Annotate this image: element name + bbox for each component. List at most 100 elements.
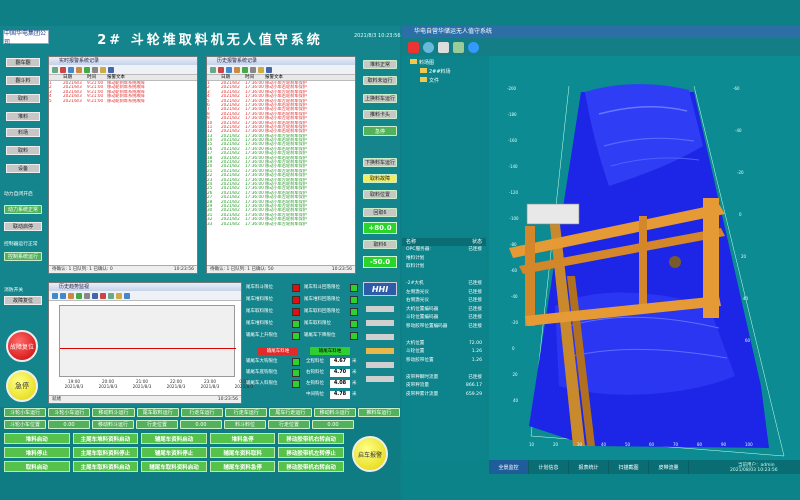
stockyard-3d-view[interactable]: -200 -180 -160 -140 -120 -100 -80 -60 -40 -20 0 20 4… [489,56,800,460]
tool-icon[interactable] [218,66,224,73]
trend-plot-area[interactable] [59,305,236,377]
reclaim-pos-button[interactable]: 取料位置 [363,190,397,199]
control-button[interactable]: 斗轮小车运行 [4,408,47,417]
tool-icon[interactable] [250,66,256,73]
tool-icon[interactable] [116,292,122,299]
reclaim-stop-button[interactable]: 取料未运行 [363,76,397,85]
tool-icon[interactable] [68,292,74,299]
tab-4[interactable]: 皮带流量 [649,460,689,474]
control-button[interactable]: 移动料斗运行 [92,420,134,429]
control-button[interactable]: 移动胶带机右转启动 [278,433,344,444]
tool-icon[interactable] [76,66,82,73]
estop-indicator[interactable]: 急停 [363,126,397,136]
tool-icon[interactable] [92,292,98,299]
screen-icon[interactable] [453,41,464,53]
control-button[interactable]: 辅尾车取料资料启动 [141,461,207,472]
tool-icon[interactable] [84,66,90,73]
status-btn-3[interactable]: 联动启停 [4,222,42,231]
control-button[interactable]: 行走位置 [136,420,178,429]
tree-root[interactable]: 料场图 [402,56,492,66]
control-button[interactable]: 辅尾车资料停止 [141,447,207,458]
table-row[interactable]: 5 2021/8/3 9:21:00 移动轮刹车系统故障 [49,99,197,103]
control-button[interactable]: 取料启动 [4,461,70,472]
tool-icon[interactable] [234,66,240,73]
back-button[interactable]: 回取6 [363,208,397,217]
tool-icon[interactable] [52,66,58,73]
status-btn-2[interactable]: 动力系统正常 [4,205,42,214]
control-button[interactable]: 主尾车取料资料停止 [72,447,139,458]
settings-icon[interactable] [423,41,434,53]
control-button[interactable]: 料斗料位 [224,420,266,429]
tool-icon[interactable] [108,292,114,299]
tool-icon[interactable] [76,292,82,299]
control-button[interactable]: 0.00 [48,420,90,429]
left-btn-4[interactable]: 堆料 [6,112,40,121]
control-button[interactable]: 0.00 [312,420,354,429]
tool-icon[interactable] [108,66,114,73]
left-btn-6[interactable]: 取料 [6,146,40,155]
control-button[interactable]: 0.00 [180,420,222,429]
control-button[interactable]: 移动料斗运行 [92,408,135,417]
control-button[interactable]: 斗轮小车运行 [48,408,91,417]
tool-icon[interactable] [266,66,272,73]
tool-icon[interactable] [92,66,98,73]
control-button[interactable]: 行走位置 [268,420,310,429]
table-row[interactable]: 33 2021/8/2 17:36:00 移动小车左轮刹车保护 [207,222,355,226]
tool-icon[interactable] [84,292,90,299]
tab-2[interactable]: 报表统计 [569,460,609,474]
tab-3[interactable]: 扫描截图 [609,460,649,474]
tool-icon[interactable] [226,66,232,73]
emergency-stop-button[interactable]: 急停 [6,370,38,402]
lower-car-button[interactable]: 下换料车运行 [363,158,397,167]
tool-icon[interactable] [68,66,74,73]
control-button[interactable]: 尾车行走运行 [269,408,312,417]
tab-0[interactable]: 全景监控 [489,460,529,474]
tool-icon[interactable] [60,292,66,299]
tree-item[interactable]: 文件 [402,75,492,84]
stack-normal-button[interactable]: 堆料正常 [363,60,397,69]
info-status: 1.26 [471,357,482,363]
fault-reset-button[interactable]: 故障复位 [6,330,38,362]
control-button[interactable]: 辅尾车资料急停 [209,461,276,472]
control-button[interactable]: 尾车取料运行 [136,408,179,417]
control-button[interactable]: 移动胶带机左转停止 [278,447,344,458]
left-btn-2[interactable]: 翻斗料 [6,76,40,85]
reclaim-fault-button[interactable]: 取料故障 [363,174,397,183]
tool-icon[interactable] [258,66,264,73]
control-button[interactable]: 推料车运行 [357,408,400,417]
control-button[interactable]: 堆料停止 [4,447,70,458]
control-button[interactable]: 斗轮小车位置 [4,420,46,429]
save-icon[interactable] [438,41,449,53]
tool-icon[interactable] [100,66,106,73]
control-button[interactable]: 堆料启动 [4,433,70,444]
tool-icon[interactable] [60,66,66,73]
tab-1[interactable]: 计划信息 [529,460,569,474]
control-button[interactable]: 行走车运行 [180,408,224,417]
push-head-button[interactable]: 推料卡头 [363,110,397,119]
left-btn-7[interactable]: 设备 [6,164,40,173]
control-button[interactable]: 堆料急停 [209,433,276,444]
control-button[interactable]: 主尾车取料资料启动 [72,461,139,472]
control-button[interactable]: 辅尾车资料启动 [141,433,207,444]
left-btn-1[interactable]: 翻车翻 [6,58,40,67]
start-alarm-button[interactable]: 启车报警 [352,436,388,472]
tree-item[interactable]: 2##料场 [402,66,492,75]
status-btn-7[interactable]: 故障复位 [4,296,42,305]
tool-icon[interactable] [124,292,130,299]
tool-icon[interactable] [242,66,248,73]
info-icon[interactable] [468,41,479,53]
left-btn-3[interactable]: 取料 [6,94,40,103]
tool-icon[interactable] [210,66,216,73]
control-button[interactable]: 移动料斗运行 [313,408,356,417]
control-button[interactable]: 移动胶带机右转启动 [278,461,344,472]
control-button[interactable]: 主尾车堆料资料启动 [72,433,139,444]
control-button[interactable]: 辅尾车资料取料 [209,447,276,458]
left-btn-5[interactable]: 料场 [6,128,40,137]
status-btn-5[interactable]: 控制系统运行 [4,252,42,261]
reclaim-button[interactable]: 取料6 [363,240,397,249]
tool-icon[interactable] [100,292,106,299]
stop-icon[interactable] [408,41,419,53]
upper-car-button[interactable]: 上换料车运行 [363,94,397,103]
tool-icon[interactable] [52,292,58,299]
control-button[interactable]: 行走车运行 [225,408,268,417]
